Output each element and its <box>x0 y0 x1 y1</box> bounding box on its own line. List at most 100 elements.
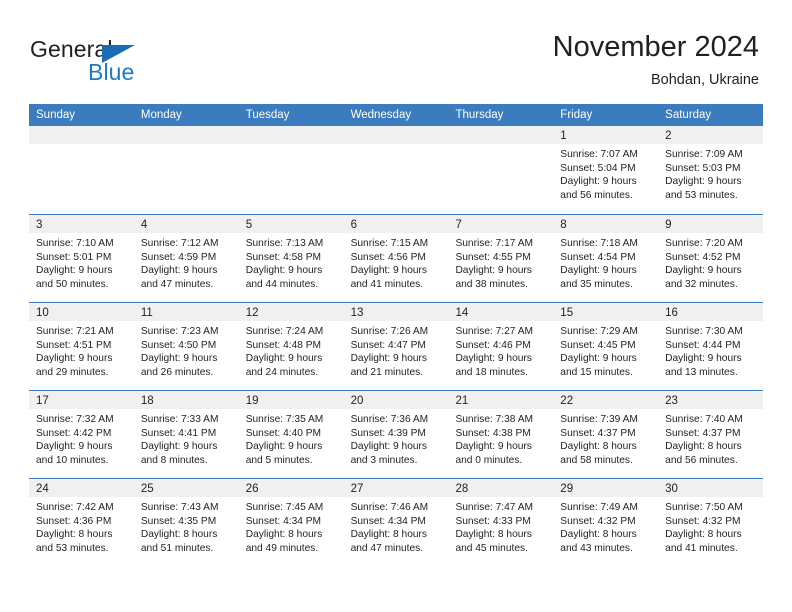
day-sun-info: Sunrise: 7:15 AM Sunset: 4:56 PM Daylight:… <box>344 233 449 292</box>
day-cell-11[interactable]: 11 Sunrise: 7:23 AM Sunset: 4:50 PM Dayligh… <box>133 303 239 390</box>
day-cell-4[interactable]: 4 Sunrise: 7:12 AM Sunset: 4:59 PM Daylight… <box>133 215 239 302</box>
day-sunset-text: Sunset: 4:41 PM <box>140 427 217 439</box>
day-sunrise-text: Sunrise: 7:17 AM <box>455 238 534 249</box>
day-cell-17[interactable]: 17 Sunrise: 7:32 AM Sunset: 4:42 PM Dayligh… <box>29 391 134 478</box>
day-sunrise-text: Sunrise: 7:43 AM <box>140 502 219 513</box>
day-number: 9 <box>665 219 672 231</box>
day-daylight-line2-text: and 32 minutes. <box>665 279 738 291</box>
day-sun-info: Sunrise: 7:39 AM Sunset: 4:37 PM Daylight:… <box>553 409 658 468</box>
day-sunset-text: Sunset: 4:47 PM <box>350 339 426 351</box>
day-daylight-line2-text: and 10 minutes. <box>36 455 109 467</box>
day-sun-info: Sunrise: 7:40 AM Sunset: 4:37 PM Daylight:… <box>658 409 763 468</box>
day-number-band: 29 <box>553 479 659 497</box>
day-sun-info: Sunrise: 7:50 AM Sunset: 4:32 PM Daylight:… <box>658 497 763 556</box>
day-sunrise-text: Sunrise: 7:47 AM <box>455 502 534 513</box>
day-cell-10[interactable]: 10 Sunrise: 7:21 AM Sunset: 4:51 PM Dayligh… <box>29 303 134 390</box>
day-cell-29[interactable]: 29 Sunrise: 7:49 AM Sunset: 4:32 PM Dayligh… <box>553 479 659 566</box>
day-cell-22[interactable]: 22 Sunrise: 7:39 AM Sunset: 4:37 PM Dayligh… <box>553 391 659 478</box>
day-cell-14[interactable]: 14 Sunrise: 7:27 AM Sunset: 4:46 PM Dayligh… <box>448 303 554 390</box>
day-sunrise-text: Sunrise: 7:49 AM <box>560 502 638 513</box>
day-sun-info: Sunrise: 7:29 AM Sunset: 4:45 PM Daylight:… <box>553 321 658 380</box>
day-sunset-text: Sunset: 4:38 PM <box>455 427 531 439</box>
weekday-header-row: Sunday Monday Tuesday Wednesday Thursday Frid… <box>29 104 763 126</box>
day-cell-8[interactable]: 8 Sunrise: 7:18 AM Sunset: 4:54 PM Daylight… <box>553 215 659 302</box>
day-sunset-text: Sunset: 4:35 PM <box>140 515 217 527</box>
day-cell-15[interactable]: 15 Sunrise: 7:29 AM Sunset: 4:45 PM Dayligh… <box>553 303 659 390</box>
day-sun-info: Sunrise: 7:32 AM Sunset: 4:42 PM Daylight:… <box>29 409 134 468</box>
day-number: 8 <box>560 219 567 231</box>
day-cell-26[interactable]: 26 Sunrise: 7:45 AM Sunset: 4:34 PM Dayligh… <box>238 479 344 566</box>
day-number-band: 28 <box>448 479 554 497</box>
day-number: 12 <box>245 307 259 319</box>
weekday-header-sunday: Sunday <box>36 109 76 121</box>
day-number-band: 5 <box>238 215 344 233</box>
day-cell-2[interactable]: 2 Sunrise: 7:09 AM Sunset: 5:03 PM Daylight… <box>658 126 764 214</box>
day-sun-info: Sunrise: 7:35 AM Sunset: 4:40 PM Daylight:… <box>239 409 344 468</box>
day-number-band: 8 <box>553 215 659 233</box>
day-daylight-line2-text: and 0 minutes. <box>455 455 523 467</box>
weekday-header-thursday: Thursday <box>455 109 504 121</box>
day-sun-info: Sunrise: 7:47 AM Sunset: 4:33 PM Daylight:… <box>448 497 553 556</box>
day-number-band: 21 <box>448 391 554 409</box>
day-sun-info: Sunrise: 7:27 AM Sunset: 4:46 PM Daylight:… <box>448 321 553 380</box>
day-cell-20[interactable]: 20 Sunrise: 7:36 AM Sunset: 4:39 PM Dayligh… <box>343 391 449 478</box>
day-number-band: 17 <box>29 391 134 409</box>
day-daylight-line1-text: Daylight: 8 hours <box>455 529 532 541</box>
day-daylight-line1-text: Daylight: 9 hours <box>350 265 428 277</box>
day-cell-13[interactable]: 13 Sunrise: 7:26 AM Sunset: 4:47 PM Dayligh… <box>343 303 449 390</box>
day-number: 16 <box>665 307 678 319</box>
day-sunset-text: Sunset: 4:37 PM <box>665 427 741 439</box>
day-sunrise-text: Sunrise: 7:24 AM <box>245 326 324 337</box>
day-number-band: 9 <box>658 215 764 233</box>
day-sun-info: Sunrise: 7:17 AM Sunset: 4:55 PM Daylight:… <box>448 233 553 292</box>
day-sunset-text: Sunset: 4:32 PM <box>560 515 636 527</box>
day-sun-info: Sunrise: 7:20 AM Sunset: 4:52 PM Daylight:… <box>658 233 763 292</box>
day-sunset-text: Sunset: 4:58 PM <box>245 251 322 263</box>
day-cell-5[interactable]: 5 Sunrise: 7:13 AM Sunset: 4:58 PM Daylight… <box>238 215 344 302</box>
day-sunrise-text: Sunrise: 7:26 AM <box>350 326 429 337</box>
day-cell-6[interactable]: 6 Sunrise: 7:15 AM Sunset: 4:56 PM Daylight… <box>343 215 449 302</box>
day-number-band: 13 <box>343 303 449 321</box>
day-cell-16[interactable]: 16 Sunrise: 7:30 AM Sunset: 4:44 PM Dayligh… <box>658 303 764 390</box>
day-cell-7[interactable]: 7 Sunrise: 7:17 AM Sunset: 4:55 PM Daylight… <box>448 215 554 302</box>
day-daylight-line1-text: Daylight: 9 hours <box>455 353 532 365</box>
day-number-band: 16 <box>658 303 764 321</box>
day-number: 21 <box>455 395 469 407</box>
day-daylight-line2-text: and 15 minutes. <box>560 367 633 379</box>
day-cell-9[interactable]: 9 Sunrise: 7:20 AM Sunset: 4:52 PM Daylight… <box>658 215 764 302</box>
day-cell-3[interactable]: 3 Sunrise: 7:10 AM Sunset: 5:01 PM Daylight… <box>29 215 134 302</box>
day-number: 25 <box>140 483 154 495</box>
day-cell-27[interactable]: 27 Sunrise: 7:46 AM Sunset: 4:34 PM Dayligh… <box>343 479 449 566</box>
day-sunrise-text: Sunrise: 7:33 AM <box>140 414 219 425</box>
day-cell-empty <box>448 126 554 214</box>
day-daylight-line2-text: and 58 minutes. <box>560 455 633 467</box>
day-daylight-line2-text: and 47 minutes. <box>350 543 424 555</box>
day-number: 6 <box>350 219 357 231</box>
day-sunrise-text: Sunrise: 7:39 AM <box>560 414 638 425</box>
day-number: 28 <box>455 483 469 495</box>
day-number: 19 <box>245 395 259 407</box>
day-sunset-text: Sunset: 4:44 PM <box>665 339 741 351</box>
day-daylight-line2-text: and 45 minutes. <box>455 543 528 555</box>
day-sun-info: Sunrise: 7:21 AM Sunset: 4:51 PM Daylight:… <box>29 321 134 380</box>
day-cell-24[interactable]: 24 Sunrise: 7:42 AM Sunset: 4:36 PM Dayligh… <box>29 479 134 566</box>
day-cell-21[interactable]: 21 Sunrise: 7:38 AM Sunset: 4:38 PM Dayligh… <box>448 391 554 478</box>
day-cell-19[interactable]: 19 Sunrise: 7:35 AM Sunset: 4:40 PM Dayligh… <box>238 391 344 478</box>
day-sunrise-text: Sunrise: 7:15 AM <box>350 238 429 249</box>
day-cell-empty <box>238 126 344 214</box>
general-blue-logo[interactable]: General Blue <box>30 36 250 88</box>
day-sun-info: Sunrise: 7:07 AM Sunset: 5:04 PM Daylight:… <box>553 144 658 203</box>
day-sunset-text: Sunset: 4:56 PM <box>350 251 426 263</box>
day-number-band <box>133 126 239 144</box>
day-daylight-line1-text: Daylight: 9 hours <box>140 265 218 277</box>
day-number: 29 <box>560 483 574 495</box>
day-cell-12[interactable]: 12 Sunrise: 7:24 AM Sunset: 4:48 PM Dayligh… <box>238 303 344 390</box>
day-cell-18[interactable]: 18 Sunrise: 7:33 AM Sunset: 4:41 PM Dayligh… <box>133 391 239 478</box>
day-cell-25[interactable]: 25 Sunrise: 7:43 AM Sunset: 4:35 PM Dayligh… <box>133 479 239 566</box>
day-daylight-line2-text: and 49 minutes. <box>245 543 319 555</box>
day-cell-28[interactable]: 28 Sunrise: 7:47 AM Sunset: 4:33 PM Dayligh… <box>448 479 554 566</box>
day-sunset-text: Sunset: 4:59 PM <box>140 251 217 263</box>
day-cell-23[interactable]: 23 Sunrise: 7:40 AM Sunset: 4:37 PM Dayligh… <box>658 391 764 478</box>
day-cell-1[interactable]: 1 Sunrise: 7:07 AM Sunset: 5:04 PM Daylight… <box>553 126 659 214</box>
day-cell-30[interactable]: 30 Sunrise: 7:50 AM Sunset: 4:32 PM Dayligh… <box>658 479 764 566</box>
